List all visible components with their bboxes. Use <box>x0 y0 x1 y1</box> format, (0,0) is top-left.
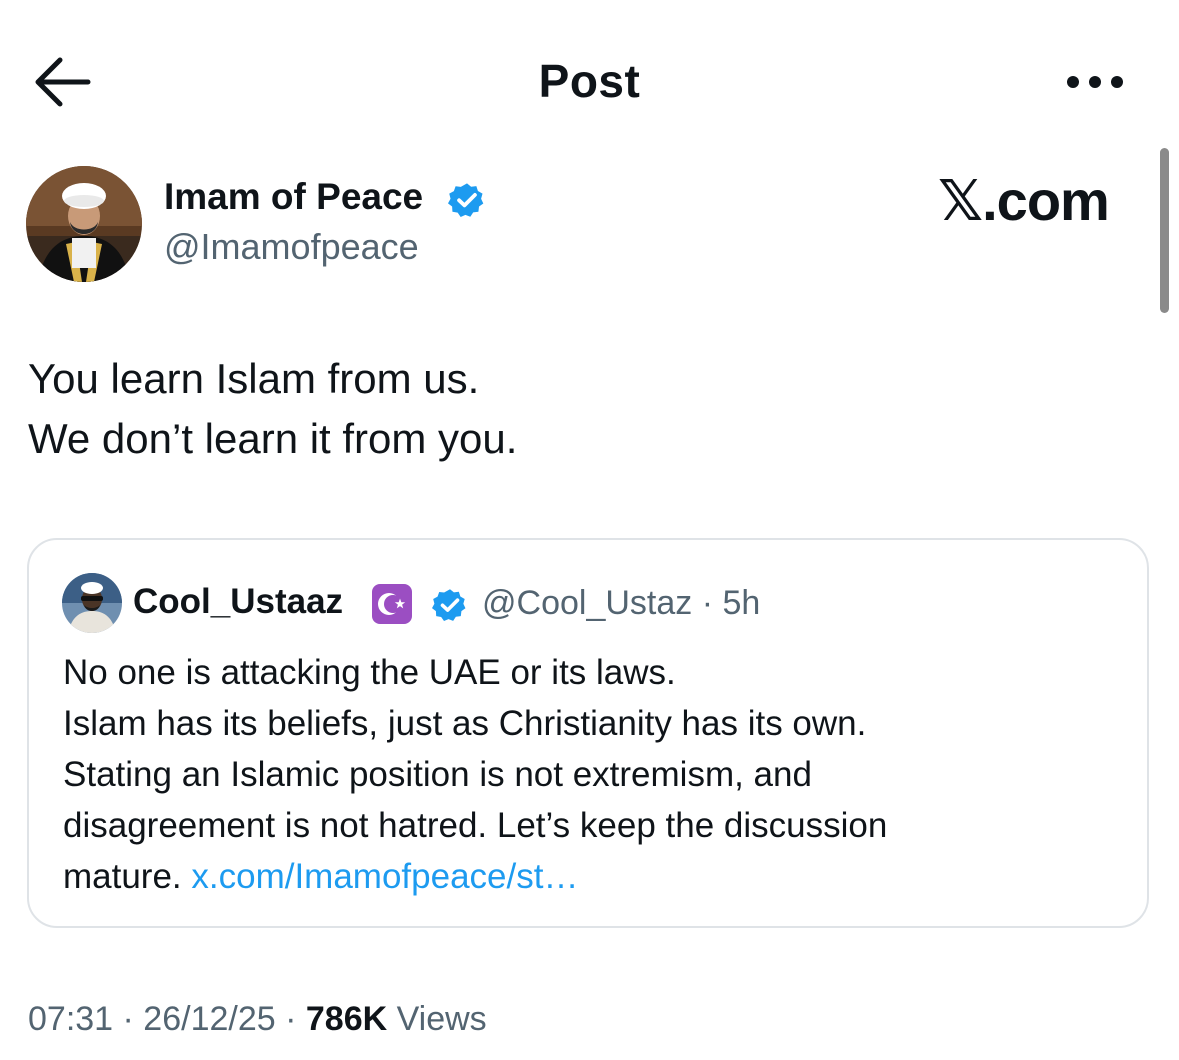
post-timestamp: 07:31 · 26/12/25 · <box>28 1000 306 1038</box>
quote-text-line: Stating an Islamic position is not extre… <box>63 755 812 794</box>
quote-author-avatar[interactable] <box>62 573 122 633</box>
quote-text-line: disagreement is not hatred. Let’s keep t… <box>63 806 888 845</box>
post-text-line: You learn Islam from us. <box>28 355 480 402</box>
post-text: You learn Islam from us. We don’t learn … <box>28 349 1148 469</box>
ellipsis-icon[interactable] <box>1060 60 1130 104</box>
quote-text-last-line: mature. x.com/Imamofpeace/st… <box>63 851 1133 902</box>
post-text-line: We don’t learn it from you. <box>28 415 518 462</box>
views-label: Views <box>387 1000 487 1038</box>
verified-badge-icon <box>432 589 466 622</box>
author-avatar-image <box>26 166 142 282</box>
author-name[interactable]: Imam of Peace <box>164 176 423 218</box>
quoted-post-card[interactable]: Cool_Ustaaz @Cool_Ustaz · 5h No one is a… <box>27 538 1149 928</box>
quote-text-line: No one is attacking the UAE or its laws. <box>63 653 676 692</box>
views-count: 786K <box>305 1000 388 1038</box>
scrollbar[interactable] <box>1160 148 1169 313</box>
watermark: 𝕏.com <box>938 169 1110 232</box>
author-handle[interactable]: @Imamofpeace <box>164 226 419 268</box>
verified-badge-icon <box>448 183 484 217</box>
top-bar: Post <box>0 0 1179 165</box>
quote-link[interactable]: x.com/Imamofpeace/st… <box>191 857 578 896</box>
quote-text: No one is attacking the UAE or its laws.… <box>63 647 1133 902</box>
quote-author-name[interactable]: Cool_Ustaaz <box>133 582 343 622</box>
quote-text-line: Islam has its beliefs, just as Christian… <box>63 704 867 743</box>
page-title: Post <box>538 55 641 107</box>
author-avatar[interactable] <box>26 166 142 282</box>
quote-avatar-image <box>62 573 122 633</box>
quote-author-handle[interactable]: @Cool_Ustaz · 5h <box>482 584 760 623</box>
quote-text-line: mature. <box>63 857 192 896</box>
star-and-crescent-icon <box>372 584 412 624</box>
post-meta: 07:31 · 26/12/25 · 786K Views <box>28 1000 487 1039</box>
